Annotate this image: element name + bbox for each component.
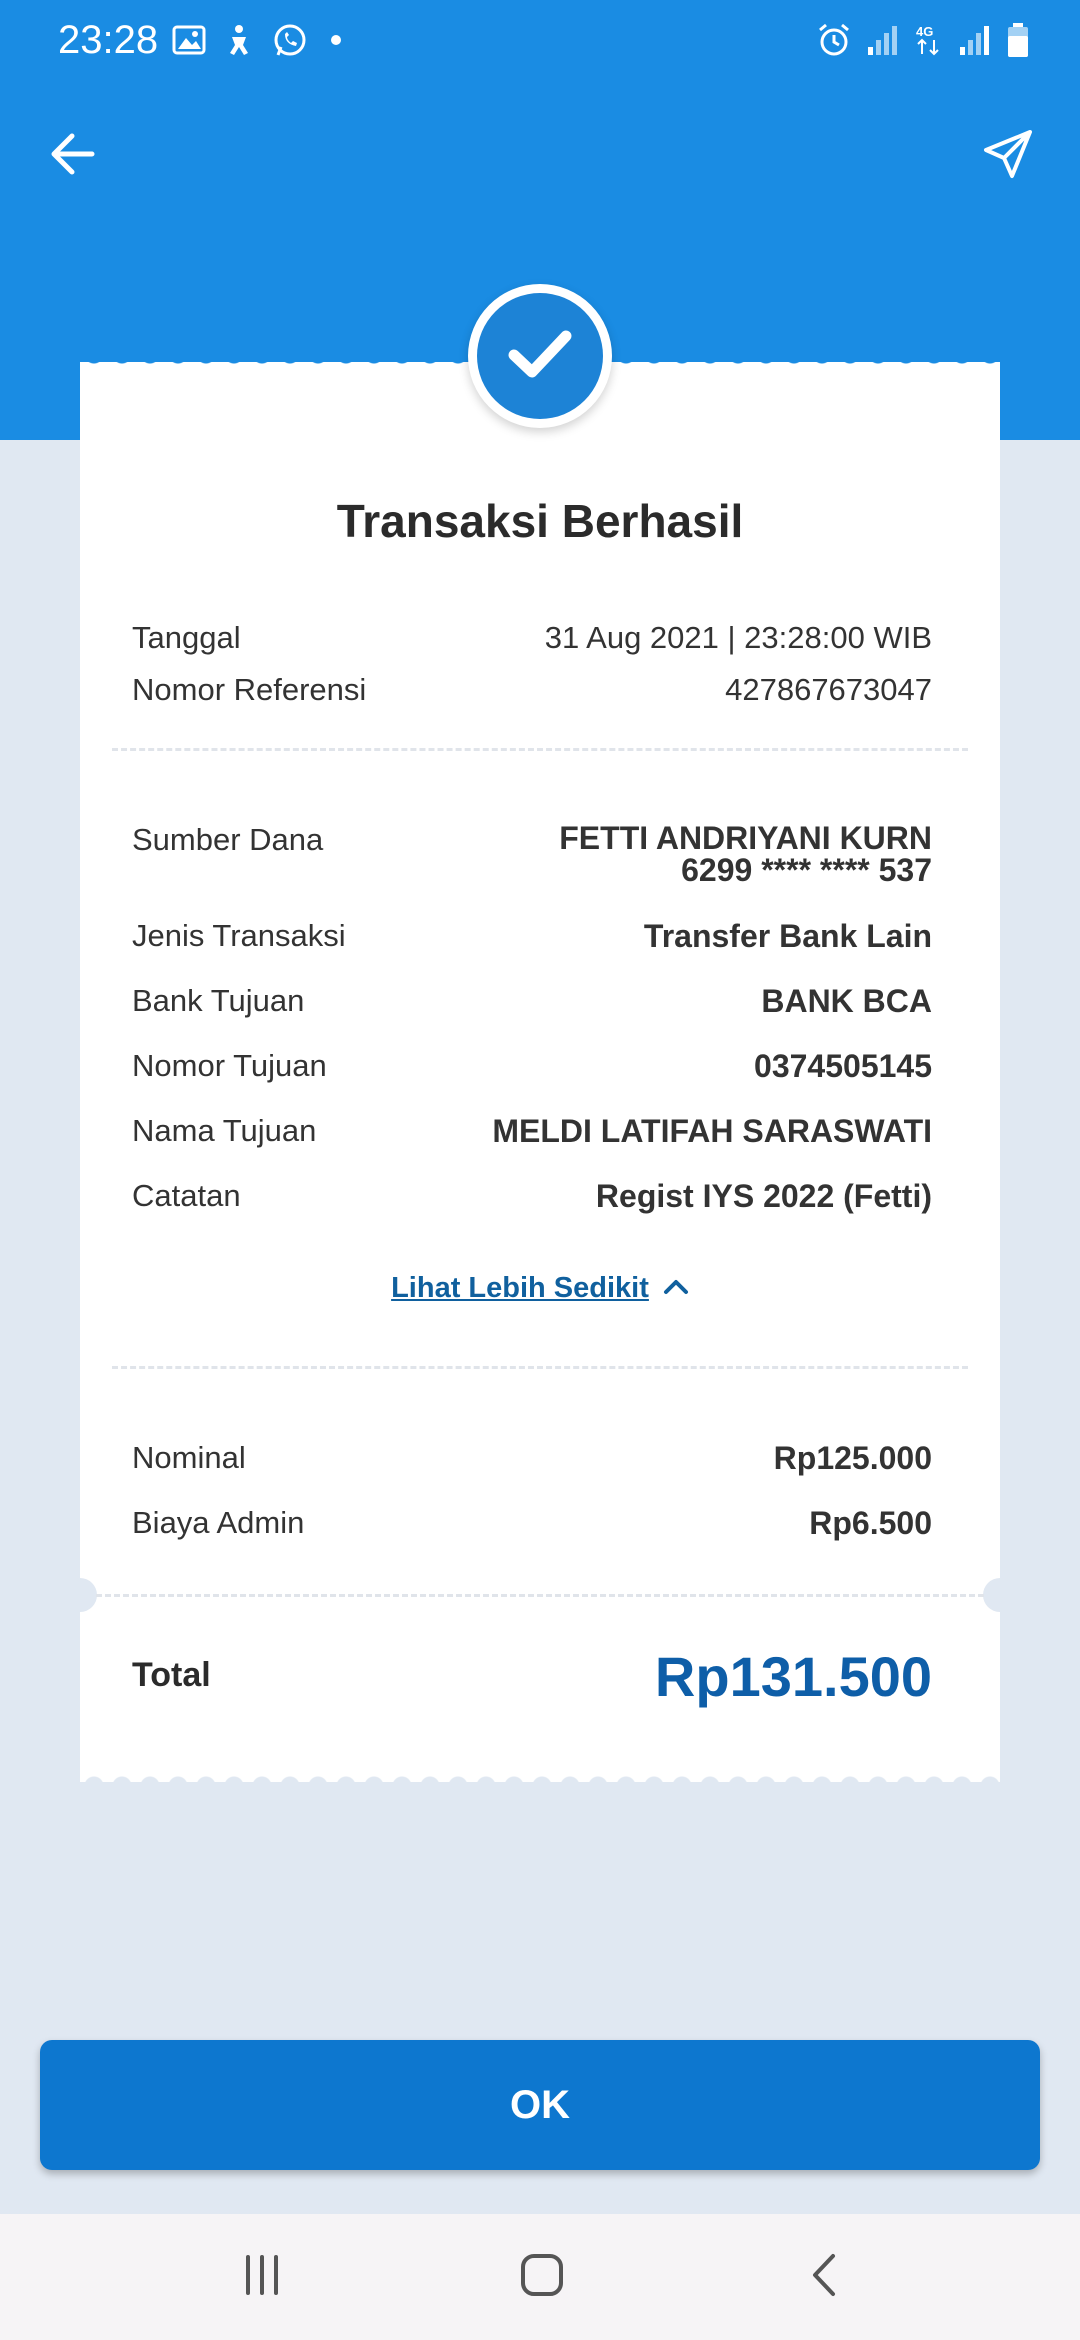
admin-fee-value: Rp6.500 <box>809 1505 932 1541</box>
receipt-notch-left <box>63 1578 97 1612</box>
send-icon <box>982 128 1034 185</box>
chevron-up-icon <box>663 1277 689 1300</box>
receipt-notch-right <box>983 1578 1017 1612</box>
home-icon <box>519 2252 565 2303</box>
source-name: FETTI ANDRIYANI KURN <box>559 820 932 856</box>
type-label: Jenis Transaksi <box>132 918 346 953</box>
divider-3 <box>96 1594 984 1597</box>
destination-name-value: MELDI LATIFAH SARASWATI <box>492 1113 932 1149</box>
total-label: Total <box>132 1656 211 1694</box>
admin-fee-label: Biaya Admin <box>132 1505 305 1540</box>
nominal-value: Rp125.000 <box>773 1440 932 1476</box>
whatsapp-icon <box>272 22 308 63</box>
nominal-label: Nominal <box>132 1440 246 1475</box>
total-value: Rp131.500 <box>654 1645 932 1708</box>
destination-number-value: 0374505145 <box>754 1048 932 1084</box>
type-value: Transfer Bank Lain <box>643 918 932 954</box>
gallery-icon <box>172 25 206 60</box>
destination-number-label: Nomor Tujuan <box>132 1048 327 1083</box>
destination-number-row: Nomor Tujuan 0374505145 <box>132 1048 932 1100</box>
reference-value: 427867673047 <box>725 672 932 707</box>
signal-4g-icon: 4G <box>914 22 944 63</box>
status-system-icons: 4G <box>816 22 1030 63</box>
source-account: 6299 **** **** 537 <box>681 852 932 888</box>
system-navigation-bar <box>0 2214 1080 2340</box>
checkmark-icon <box>508 328 572 385</box>
svg-text:4G: 4G <box>916 24 933 39</box>
ok-button[interactable]: OK <box>40 2040 1040 2170</box>
type-row: Jenis Transaksi Transfer Bank Lain <box>132 918 932 970</box>
admin-fee-row: Biaya Admin Rp6.500 <box>132 1505 932 1557</box>
date-value: 31 Aug 2021 | 23:28:00 WIB <box>544 620 932 655</box>
recent-apps-icon <box>240 2253 284 2302</box>
alarm-icon <box>816 22 852 63</box>
destination-name-row: Nama Tujuan MELDI LATIFAH SARASWATI <box>132 1113 932 1165</box>
chevron-left-icon <box>809 2252 839 2303</box>
success-badge <box>468 284 612 428</box>
reference-label: Nomor Referensi <box>132 672 367 707</box>
recent-apps-button[interactable] <box>222 2244 302 2310</box>
nominal-row: Nominal Rp125.000 <box>132 1440 932 1492</box>
signal-icon-2 <box>958 23 992 62</box>
note-label: Catatan <box>132 1178 241 1213</box>
battery-icon <box>1006 22 1030 63</box>
receipt-scallop-bottom <box>80 1770 1000 1786</box>
bank-row: Bank Tujuan BANK BCA <box>132 983 932 1035</box>
bank-label: Bank Tujuan <box>132 983 305 1018</box>
share-button[interactable] <box>972 120 1044 192</box>
arrow-left-icon <box>48 132 96 181</box>
page-title: Transaksi Berhasil <box>336 495 744 547</box>
back-nav-button[interactable] <box>784 2244 864 2310</box>
home-button[interactable] <box>502 2244 582 2310</box>
show-less-toggle[interactable]: Lihat Lebih Sedikit <box>80 1272 1000 1305</box>
signal-icon <box>866 23 900 62</box>
status-notification-icons <box>172 22 346 63</box>
bank-value: BANK BCA <box>761 983 932 1019</box>
accessibility-icon <box>224 23 254 62</box>
dot-icon <box>326 30 346 55</box>
date-label: Tanggal <box>132 620 241 655</box>
divider-2 <box>112 1366 968 1369</box>
show-less-link[interactable]: Lihat Lebih Sedikit <box>391 1272 649 1305</box>
note-value: Regist IYS 2022 (Fetti) <box>595 1178 932 1214</box>
destination-name-label: Nama Tujuan <box>132 1113 317 1148</box>
back-button[interactable] <box>36 120 108 192</box>
source-label: Sumber Dana <box>132 822 324 857</box>
date-row: Tanggal 31 Aug 2021 | 23:28:00 WIB <box>132 620 932 672</box>
reference-row: Nomor Referensi 427867673047 <box>132 672 932 724</box>
status-time: 23:28 <box>58 18 159 62</box>
divider-1 <box>112 748 968 751</box>
status-bar: 23:28 4G <box>0 0 1080 84</box>
note-row: Catatan Regist IYS 2022 (Fetti) <box>132 1178 932 1230</box>
source-row: Sumber Dana FETTI ANDRIYANI KURN 6299 **… <box>132 822 932 912</box>
